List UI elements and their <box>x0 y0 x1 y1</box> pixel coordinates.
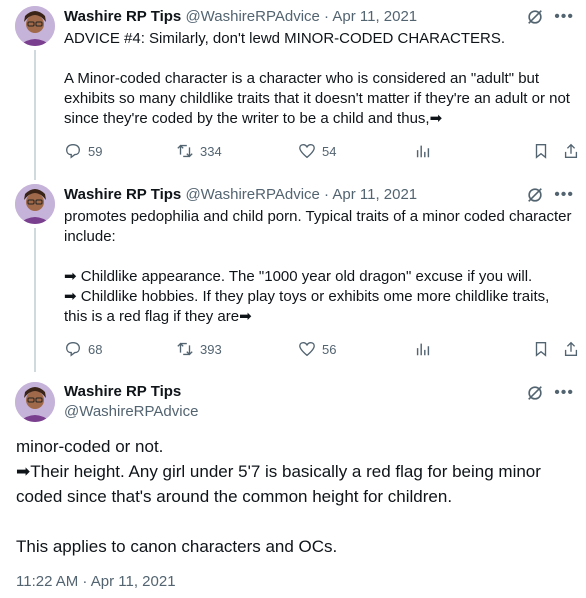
bookmark-button[interactable] <box>532 340 550 358</box>
grok-icon[interactable] <box>526 186 544 204</box>
retweet-icon <box>177 144 193 158</box>
handle-date[interactable]: @WashireRPAdvice · Apr 11, 2021 <box>185 8 417 25</box>
action-bar: 59 334 54 <box>64 142 580 162</box>
author-handle[interactable]: @WashireRPAdvice <box>64 402 198 422</box>
reply-count: 68 <box>88 341 103 357</box>
share-icon <box>564 143 578 158</box>
author-name[interactable]: Washire RP Tips <box>64 382 198 402</box>
tweet-2[interactable]: Washire RP Tips @WashireRPAdvice · Apr 1… <box>0 180 586 372</box>
like-button[interactable]: 54 <box>298 142 336 160</box>
bookmark-icon <box>535 342 547 357</box>
like-count: 54 <box>322 143 337 159</box>
avatar-image <box>15 382 55 422</box>
avatar[interactable] <box>15 184 55 224</box>
views-button[interactable] <box>414 142 432 160</box>
timestamp[interactable]: 11:22 AM · Apr 11, 2021 <box>16 573 176 590</box>
grok-icon[interactable] <box>526 384 544 402</box>
like-icon <box>299 342 315 357</box>
share-icon <box>564 341 578 356</box>
reply-icon <box>66 342 80 357</box>
retweet-count: 334 <box>200 143 222 159</box>
retweet-icon <box>177 342 193 356</box>
grok-icon[interactable] <box>526 8 544 26</box>
avatar-image <box>15 6 55 46</box>
action-bar: 68 393 56 <box>64 340 580 360</box>
like-icon <box>299 144 315 159</box>
bookmark-button[interactable] <box>532 142 550 160</box>
retweet-count: 393 <box>200 341 222 357</box>
reply-button[interactable]: 59 <box>64 142 102 160</box>
tweet-text: promotes pedophilia and child porn. Typi… <box>64 208 572 325</box>
avatar[interactable] <box>15 382 55 422</box>
share-button[interactable] <box>562 142 580 160</box>
main-tweet: Washire RP Tips @WashireRPAdvice ••• min… <box>0 372 586 598</box>
views-icon <box>416 343 430 356</box>
tweet-1[interactable]: Washire RP Tips @WashireRPAdvice · Apr 1… <box>0 0 586 180</box>
bookmark-icon <box>535 144 547 159</box>
more-icon[interactable]: ••• <box>554 384 574 402</box>
thread-line <box>34 228 36 372</box>
views-button[interactable] <box>414 340 432 358</box>
retweet-button[interactable]: 334 <box>176 142 222 160</box>
more-icon[interactable]: ••• <box>554 8 574 26</box>
avatar[interactable] <box>15 6 55 46</box>
like-count: 56 <box>322 341 337 357</box>
more-icon[interactable]: ••• <box>554 186 574 204</box>
tweet-text: minor-coded or not. ➡Their height. Any g… <box>16 437 541 556</box>
avatar-image <box>15 184 55 224</box>
author-name[interactable]: Washire RP Tips <box>64 186 181 203</box>
share-button[interactable] <box>562 340 580 358</box>
tweet-text: ADVICE #4: Similarly, don't lewd MINOR-C… <box>64 30 570 127</box>
author-name[interactable]: Washire RP Tips <box>64 8 181 25</box>
retweet-button[interactable]: 393 <box>176 340 222 358</box>
views-icon <box>416 145 430 158</box>
reply-count: 59 <box>88 143 103 159</box>
reply-button[interactable]: 68 <box>64 340 102 358</box>
reply-icon <box>66 144 80 159</box>
thread-line <box>34 50 36 180</box>
handle-date[interactable]: @WashireRPAdvice · Apr 11, 2021 <box>185 186 417 203</box>
like-button[interactable]: 56 <box>298 340 336 358</box>
